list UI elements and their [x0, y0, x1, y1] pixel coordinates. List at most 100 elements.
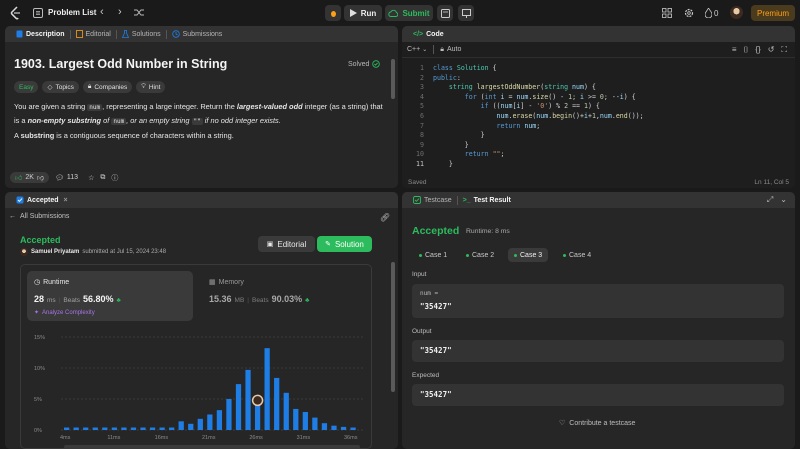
language-select[interactable]: C++ ⌄ [407, 46, 427, 53]
back-to-submissions[interactable]: ← All Submissions [9, 213, 69, 220]
distribution-bar[interactable] [293, 408, 299, 430]
like-button[interactable]: 👍︎ 2K 👎︎ [10, 172, 49, 183]
auto-toggle[interactable]: 🔒︎ Auto [440, 46, 461, 54]
thumbs-down-icon[interactable]: 👎︎ [37, 173, 44, 182]
prev-problem-icon[interactable]: ‹ [100, 6, 104, 18]
share-icon[interactable]: ⧉ [100, 174, 105, 182]
contribute-testcase-link[interactable]: ♡ Contribute a testcase [559, 419, 635, 428]
distribution-bar[interactable] [111, 427, 117, 430]
scrollbar[interactable] [391, 262, 395, 392]
distribution-bar[interactable] [169, 427, 175, 430]
companies-tag[interactable]: 🔒︎ Companies [82, 81, 133, 93]
code-editor[interactable]: 1 class Solution { 2 public: 3 string larg… [402, 64, 795, 174]
bookmark-icon[interactable]: ⌷ [744, 45, 749, 55]
tab-editorial[interactable]: Editorial [71, 26, 116, 42]
tab-submissions[interactable]: Submissions [167, 26, 228, 42]
distribution-bar[interactable] [264, 348, 270, 430]
distribution-bar[interactable] [121, 427, 127, 430]
expected-value[interactable]: "35427" [420, 390, 452, 399]
distribution-bar[interactable] [197, 418, 203, 430]
settings-gear-icon[interactable] [684, 8, 694, 18]
tab-code[interactable]: </> Code [408, 26, 449, 42]
distribution-bar[interactable] [226, 399, 232, 430]
editorial-button[interactable]: ▣ Editorial [258, 236, 315, 252]
solution-button[interactable]: ✎ Solution [317, 236, 372, 252]
case-1-tab[interactable]: Case 1 [413, 248, 453, 262]
distribution-bar[interactable] [340, 426, 347, 430]
distribution-bar[interactable] [245, 369, 251, 430]
distribution-bar[interactable] [130, 427, 137, 430]
problem-title[interactable]: 1903. Largest Odd Number in String [14, 57, 227, 71]
chevron-down-icon[interactable]: ⌄ [780, 195, 787, 205]
tab-accepted[interactable]: Accepted × [11, 192, 73, 208]
input-value[interactable]: "35427" [420, 302, 452, 311]
distribution-bar[interactable] [235, 384, 242, 430]
next-problem-icon[interactable]: › [118, 6, 122, 18]
author-name[interactable]: Samuel Priyatam [31, 249, 79, 255]
distribution-bar[interactable] [178, 421, 184, 430]
distribution-bar[interactable] [73, 427, 79, 430]
topics-tag[interactable]: ◇ Topics [42, 81, 79, 93]
case-4-tab[interactable]: Case 4 [557, 248, 597, 262]
case-3-tab[interactable]: Case 3 [508, 248, 549, 262]
distribution-bar[interactable] [83, 427, 89, 430]
whiteboard-button[interactable] [458, 5, 474, 21]
distribution-bar[interactable] [188, 423, 194, 430]
premium-button[interactable]: Premium [751, 5, 795, 21]
distribution-bar[interactable] [102, 427, 108, 430]
layout-grid-icon[interactable] [662, 8, 672, 18]
help-icon[interactable]: ⓘ [111, 173, 118, 183]
tab-test-result[interactable]: >_ Test Result [458, 192, 516, 208]
leetcode-logo-icon[interactable] [10, 6, 22, 20]
shuffle-icon[interactable] [134, 8, 144, 17]
distribution-bar[interactable] [331, 425, 337, 430]
list-icon[interactable] [33, 8, 43, 18]
expand-icon[interactable]: ⤢ [767, 195, 773, 205]
reset-icon[interactable]: ↺ [768, 45, 775, 55]
distribution-bar[interactable] [283, 392, 289, 430]
fullscreen-icon[interactable]: ⛶ [781, 45, 787, 55]
debug-button[interactable] [325, 5, 341, 21]
distribution-bar[interactable] [274, 377, 280, 430]
format-icon[interactable]: ≡ [732, 45, 737, 55]
distribution-bar[interactable] [64, 427, 70, 430]
difficulty-badge[interactable]: Easy [14, 81, 39, 93]
scrollbar[interactable] [391, 59, 395, 99]
distribution-bar[interactable] [207, 414, 213, 431]
analyze-complexity-link[interactable]: ✦ Analyze Complexity [34, 309, 95, 317]
submit-button[interactable]: Submit [385, 5, 433, 21]
line-number: 2 [420, 73, 424, 82]
distribution-bar[interactable] [216, 410, 223, 430]
avatar[interactable] [730, 6, 743, 19]
braces-icon[interactable]: {} [755, 45, 760, 55]
tab-testcase[interactable]: Testcase [408, 192, 457, 208]
range-slider[interactable] [64, 445, 360, 449]
runtime-card[interactable]: ◷ Runtime 28 ms | Beats 56.80% ♣ ✦ Analyze… [27, 271, 193, 321]
problem-list-link[interactable]: Problem List [48, 8, 96, 17]
distribution-bar[interactable] [159, 427, 165, 430]
distribution-bar[interactable] [350, 427, 356, 430]
notes-button[interactable] [437, 5, 453, 21]
streak-fire-icon[interactable] [705, 8, 712, 18]
distribution-bar[interactable] [140, 427, 146, 430]
distribution-bar[interactable] [302, 412, 308, 430]
your-submission-marker[interactable] [251, 394, 264, 407]
distribution-bar[interactable] [312, 417, 318, 430]
close-icon[interactable]: × [64, 197, 68, 204]
runtime-distribution-chart[interactable]: 15% 10% 5% 0% 4ms 11ms 16ms 21ms 26ms 31ms 36ms [21, 325, 373, 449]
comments-button[interactable]: 💬︎ 113 [55, 174, 78, 182]
run-button[interactable]: Run [344, 5, 382, 21]
distribution-bar[interactable] [321, 423, 328, 430]
star-icon[interactable]: ☆ [88, 174, 94, 182]
distribution-bar[interactable] [149, 427, 156, 430]
link-icon[interactable]: 🔗︎ [380, 213, 390, 222]
memory-card[interactable]: ▦ Memory 15.36 MB | Beats 90.03% ♣ [207, 271, 367, 321]
check-square-icon [16, 196, 24, 204]
tab-description[interactable]: Description [11, 26, 70, 42]
inline-code: "" [191, 117, 203, 125]
hint-tag[interactable]: 💡︎ Hint [136, 81, 166, 93]
output-value[interactable]: "35427" [420, 346, 452, 355]
distribution-bar[interactable] [92, 427, 98, 430]
tab-solutions[interactable]: Solutions [117, 26, 166, 42]
case-2-tab[interactable]: Case 2 [460, 248, 500, 262]
